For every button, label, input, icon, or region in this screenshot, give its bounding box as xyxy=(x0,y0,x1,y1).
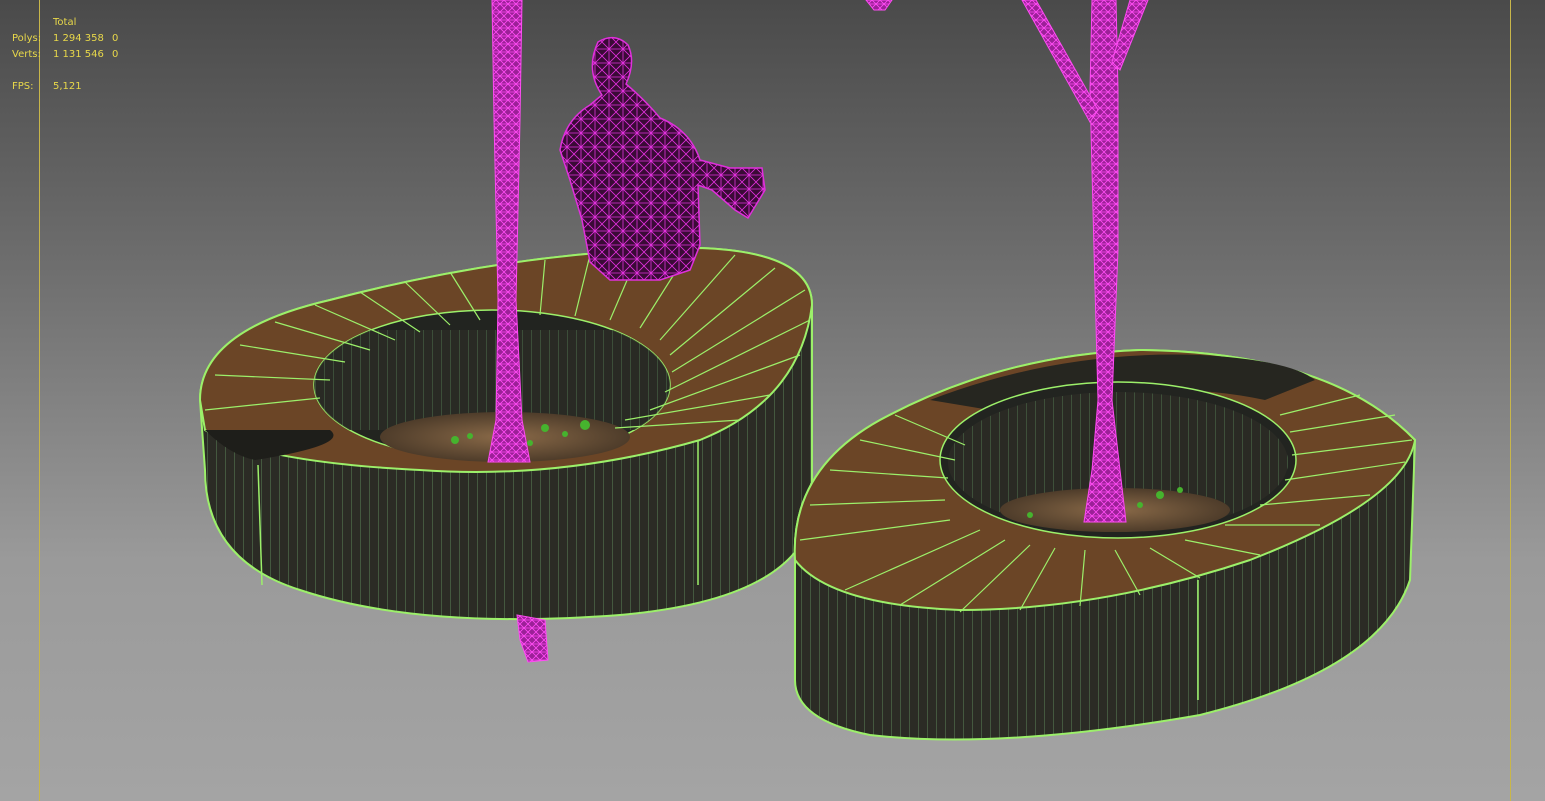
verts-label: Verts: xyxy=(12,49,41,60)
verts-total: 1 131 546 xyxy=(53,49,104,60)
polys-total: 1 294 358 xyxy=(53,33,104,44)
fps-value: 5,121 xyxy=(53,81,82,92)
seated-person-mesh[interactable] xyxy=(559,36,766,281)
stats-header: Total xyxy=(53,17,77,28)
viewport-scene[interactable] xyxy=(0,0,1545,801)
verts-selected: 0 xyxy=(112,49,119,60)
fps-label: FPS: xyxy=(12,81,34,92)
polys-label: Polys: xyxy=(12,33,42,44)
3d-viewport[interactable]: Total Polys: 1 294 358 0 Verts: 1 131 54… xyxy=(0,0,1545,801)
polys-selected: 0 xyxy=(112,33,119,44)
